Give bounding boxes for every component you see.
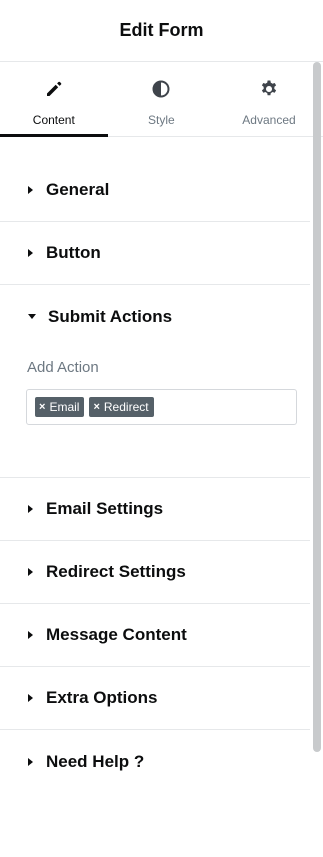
panel-tabs: Content Style Advanced bbox=[0, 62, 323, 137]
pencil-icon bbox=[44, 79, 64, 104]
caret-right-icon bbox=[28, 505, 33, 513]
section-submit-actions-header[interactable]: Submit Actions bbox=[0, 285, 310, 348]
add-action-input[interactable]: × Email × Redirect bbox=[26, 389, 297, 425]
section-submit-actions: Submit Actions Add Action × Email × Redi… bbox=[0, 285, 310, 478]
section-title-need-help: Need Help ? bbox=[46, 751, 145, 771]
section-message-content[interactable]: Message Content bbox=[0, 604, 310, 667]
caret-down-icon bbox=[28, 314, 36, 319]
gear-icon bbox=[259, 79, 279, 104]
section-title-email-settings: Email Settings bbox=[46, 499, 164, 518]
contrast-icon bbox=[151, 79, 171, 104]
panel-title: Edit Form bbox=[119, 20, 204, 40]
section-title-submit-actions: Submit Actions bbox=[48, 306, 173, 326]
tab-content[interactable]: Content bbox=[0, 62, 108, 137]
add-action-label: Add Action bbox=[27, 359, 99, 376]
section-general[interactable]: General bbox=[0, 158, 310, 222]
section-title-redirect-settings: Redirect Settings bbox=[46, 562, 186, 581]
tab-advanced[interactable]: Advanced bbox=[215, 62, 323, 136]
section-email-settings[interactable]: Email Settings bbox=[0, 478, 310, 541]
caret-right-icon bbox=[28, 185, 33, 194]
section-need-help[interactable]: Need Help ? bbox=[0, 730, 310, 793]
caret-right-icon bbox=[28, 694, 33, 702]
section-title-button: Button bbox=[46, 243, 101, 262]
tab-label-content: Content bbox=[32, 113, 75, 127]
tab-style[interactable]: Style bbox=[108, 62, 216, 136]
tag-label: Email bbox=[49, 400, 80, 414]
section-button[interactable]: Button bbox=[0, 222, 310, 285]
section-title-general: General bbox=[46, 179, 110, 199]
remove-tag-icon[interactable]: × bbox=[93, 401, 99, 413]
section-extra-options[interactable]: Extra Options bbox=[0, 667, 310, 730]
remove-tag-icon[interactable]: × bbox=[39, 401, 45, 413]
section-redirect-settings[interactable]: Redirect Settings bbox=[0, 541, 310, 604]
action-tag-email: × Email bbox=[35, 397, 85, 417]
action-tag-redirect: × Redirect bbox=[89, 397, 154, 417]
section-title-message-content: Message Content bbox=[46, 625, 187, 644]
caret-right-icon bbox=[28, 631, 33, 639]
tab-label-style: Style bbox=[148, 113, 175, 127]
tag-label: Redirect bbox=[103, 400, 149, 414]
caret-right-icon bbox=[28, 757, 33, 766]
tab-label-advanced: Advanced bbox=[242, 113, 296, 127]
panel-scrollbar[interactable] bbox=[311, 62, 323, 857]
scrollbar-thumb[interactable] bbox=[313, 62, 321, 752]
caret-right-icon bbox=[28, 249, 33, 257]
panel-header: Edit Form bbox=[0, 0, 323, 62]
section-title-extra-options: Extra Options bbox=[46, 688, 158, 707]
content-panel: General Button Submit Actions Add Action… bbox=[0, 158, 310, 793]
caret-right-icon bbox=[28, 568, 33, 576]
